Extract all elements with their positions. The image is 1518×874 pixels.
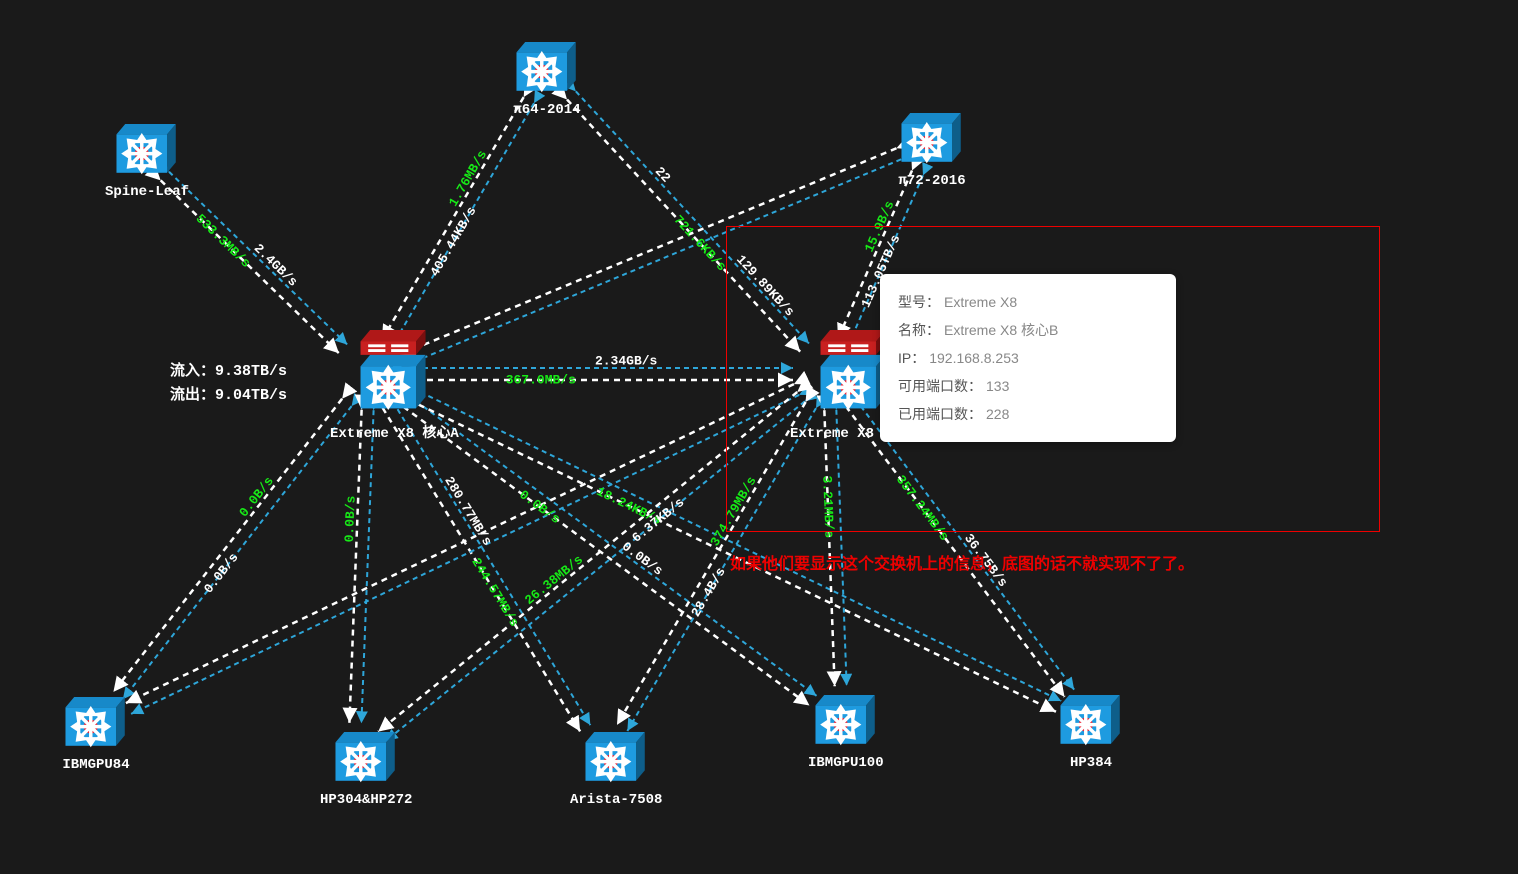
- node-hp384[interactable]: HP384: [1057, 693, 1125, 771]
- svg-text:405.44KB/s: 405.44KB/s: [427, 204, 479, 279]
- node-spine_leaf[interactable]: Spine-Leaf: [105, 122, 189, 200]
- svg-text:2.34GB/s: 2.34GB/s: [595, 353, 658, 368]
- svg-text:367.0MB/s: 367.0MB/s: [506, 373, 576, 388]
- node-label: Spine-Leaf: [105, 184, 189, 200]
- node-label: Extreme X8 核心A: [330, 422, 459, 442]
- node-arista[interactable]: Arista-7508: [570, 730, 662, 808]
- svg-text:280.77MB/s: 280.77MB/s: [441, 474, 495, 549]
- svg-text:0.0B/s: 0.0B/s: [201, 550, 242, 596]
- svg-text:28.4B/s: 28.4B/s: [688, 565, 729, 620]
- svg-text:0.0B/s: 0.0B/s: [236, 474, 277, 520]
- node-label: π64-2014: [513, 102, 581, 118]
- node-label: HP384: [1057, 755, 1125, 771]
- node-label: HP304&HP272: [320, 792, 412, 808]
- svg-text:6.37KB/s: 6.37KB/s: [629, 495, 687, 546]
- svg-text:18.24KB/s: 18.24KB/s: [594, 484, 664, 528]
- node-label: IBMGPU100: [808, 755, 884, 771]
- svg-text:721.6KB/s: 721.6KB/s: [670, 212, 729, 274]
- node-pi64[interactable]: π64-2014: [513, 40, 581, 118]
- svg-text:244.57MB/s: 244.57MB/s: [468, 555, 522, 630]
- node-ibmgpu100[interactable]: IBMGPU100: [808, 693, 884, 771]
- topology-canvas: 533.3MB/s2.4GB/s 1.76MB/s405.44KB/s 22 721.…: [0, 0, 1518, 874]
- annotation-text: 如果他们要显示这个交换机上的信息，底图的话不就实现不了了。: [730, 550, 1194, 574]
- svg-text:0.0B/s: 0.0B/s: [342, 495, 359, 543]
- svg-text:1.76MB/s: 1.76MB/s: [446, 148, 491, 210]
- svg-text:0.0B/s: 0.0B/s: [516, 487, 563, 527]
- node-pi72[interactable]: π72-2016: [898, 111, 966, 189]
- node-ibmgpu84[interactable]: IBMGPU84: [62, 695, 130, 773]
- svg-text:26.38MB/s: 26.38MB/s: [522, 552, 586, 608]
- node-label: IBMGPU84: [62, 757, 130, 773]
- core-a-stats: 流入：9.38TB/s 流出：9.04TB/s: [170, 360, 287, 408]
- svg-text:533.3MB/s: 533.3MB/s: [193, 211, 254, 271]
- node-hp304[interactable]: HP304&HP272: [320, 730, 412, 808]
- svg-text:2.4GB/s: 2.4GB/s: [251, 241, 301, 290]
- svg-text:22: 22: [652, 164, 674, 186]
- node-label: π72-2016: [898, 173, 966, 189]
- svg-text:0.0B/s: 0.0B/s: [619, 539, 666, 579]
- node-label: Arista-7508: [570, 792, 662, 808]
- device-tooltip: 型号：Extreme X8 名称：Extreme X8 核心B IP：192.1…: [880, 274, 1176, 442]
- node-coreA[interactable]: Extreme X8 核心A: [330, 330, 459, 442]
